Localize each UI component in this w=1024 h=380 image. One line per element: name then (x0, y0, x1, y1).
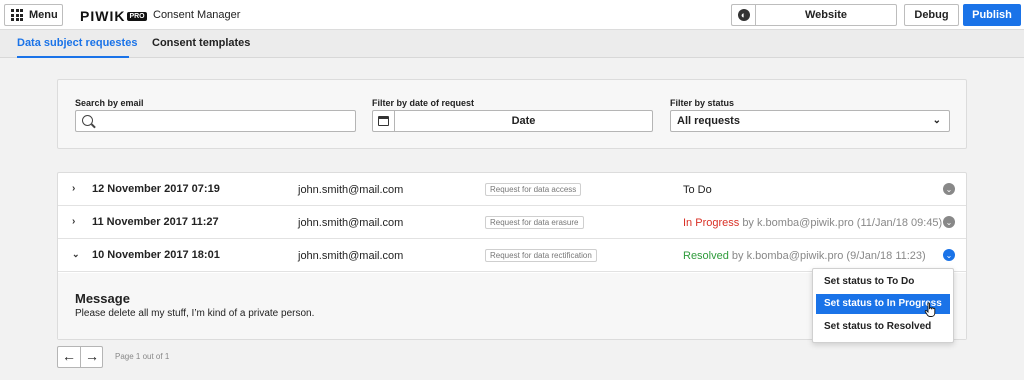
website-selector-globe[interactable]: ◐ (731, 4, 755, 26)
date-filter-value: Date (511, 115, 536, 127)
chevron-right-icon[interactable]: › (72, 183, 75, 194)
status-menu-toggle-icon[interactable]: ⌄ (943, 216, 955, 228)
request-type-badge: Request for data rectification (485, 249, 597, 262)
tab-consent-templates[interactable]: Consent templates (152, 37, 250, 49)
request-date: 11 November 2017 11:27 (92, 216, 219, 228)
message-body: Please delete all my stuff, I’m kind of … (75, 308, 315, 319)
apps-grid-icon (11, 9, 23, 21)
request-date: 12 November 2017 07:19 (92, 183, 220, 195)
status-label: To Do (683, 184, 712, 196)
search-icon (82, 115, 93, 126)
hand-cursor-icon (924, 302, 936, 317)
request-type-badge: Request for data access (485, 183, 582, 196)
chevron-right-icon[interactable]: › (72, 216, 75, 227)
status-filter-select[interactable]: All requests ⌄ (670, 110, 950, 132)
top-bar: Menu PIWIK PRO Consent Manager ◐ Website… (0, 0, 1024, 30)
table-row[interactable]: › 11 November 2017 11:27 john.smith@mail… (58, 206, 966, 239)
tab-data-subject-requests[interactable]: Data subject requestes (17, 37, 137, 49)
menu-button[interactable]: Menu (4, 4, 63, 26)
website-selector[interactable]: Website (755, 4, 897, 26)
piwik-pro-logo: PIWIK PRO (80, 8, 147, 24)
menu-item-set-todo[interactable]: Set status to To Do (816, 272, 950, 292)
status-filter-value: All requests (677, 115, 740, 127)
tab-bar: Data subject requestes Consent templates (0, 30, 1024, 58)
filters-panel: Search by email Filter by date of reques… (57, 79, 967, 149)
status-updated-by: by k.bomba@piwik.pro (11/Jan/18 09:45) (742, 217, 943, 229)
debug-button[interactable]: Debug (904, 4, 959, 26)
prev-page-button[interactable]: ← (58, 347, 80, 367)
status-label: In Progress (683, 217, 740, 229)
request-email: john.smith@mail.com (298, 250, 404, 262)
status-menu-toggle-icon[interactable]: ⌄ (943, 249, 955, 261)
status-label: Resolved (683, 250, 729, 262)
active-tab-indicator (17, 56, 129, 58)
date-filter-label: Filter by date of request (372, 98, 475, 108)
request-status: In Progress by k.bomba@piwik.pro (11/Jan… (683, 217, 942, 229)
message-title: Message (75, 291, 130, 306)
request-status: Resolved by k.bomba@piwik.pro (9/Jan/18 … (683, 250, 926, 262)
request-email: john.smith@mail.com (298, 184, 404, 196)
email-search-input[interactable] (75, 110, 356, 132)
chevron-down-icon: ⌄ (932, 115, 941, 126)
calendar-icon (373, 111, 395, 131)
request-date: 10 November 2017 18:01 (92, 249, 220, 261)
request-email: john.smith@mail.com (298, 217, 404, 229)
email-filter-label: Search by email (75, 98, 144, 108)
request-type-badge: Request for data erasure (485, 216, 584, 229)
page-info: Page 1 out of 1 (115, 352, 170, 361)
table-row[interactable]: › 12 November 2017 07:19 john.smith@mail… (58, 173, 966, 206)
publish-button[interactable]: Publish (963, 4, 1021, 26)
status-updated-by: by k.bomba@piwik.pro (9/Jan/18 11:23) (731, 250, 926, 262)
menu-label: Menu (29, 9, 58, 21)
date-filter-input[interactable]: Date (372, 110, 653, 132)
pagination: ← → (57, 346, 103, 368)
status-filter-label: Filter by status (670, 98, 735, 108)
request-status: To Do (683, 184, 712, 196)
status-menu-toggle-icon[interactable]: ⌄ (943, 183, 955, 195)
next-page-button[interactable]: → (81, 347, 103, 367)
product-name: Consent Manager (153, 9, 241, 21)
menu-item-set-resolved[interactable]: Set status to Resolved (816, 317, 950, 337)
chevron-down-icon[interactable]: ⌄ (72, 249, 80, 260)
globe-icon: ◐ (737, 9, 750, 21)
